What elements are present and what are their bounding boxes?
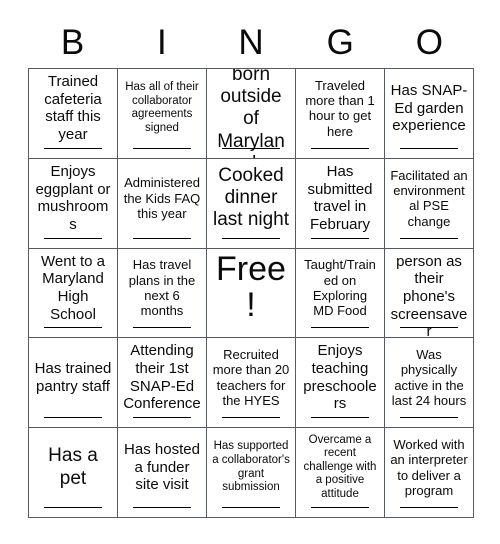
bingo-cell[interactable]: Enjoys teaching preschoolers bbox=[296, 338, 385, 429]
bingo-cell[interactable]: Has a pet bbox=[29, 428, 118, 518]
bingo-signature-line[interactable] bbox=[43, 237, 103, 239]
bingo-cell[interactable]: Worked with an interpreter to deliver a … bbox=[385, 428, 474, 518]
bingo-signature-line[interactable] bbox=[310, 507, 370, 508]
bingo-cell-text: Administered the Kids FAQ this year bbox=[123, 175, 201, 221]
bingo-header-letter-o: O bbox=[415, 22, 444, 62]
bingo-header: B I N G O bbox=[28, 18, 474, 66]
bingo-cell[interactable]: Traveled more than 1 hour to get here bbox=[296, 69, 385, 159]
bingo-signature-line[interactable] bbox=[399, 147, 459, 149]
bingo-cell-text: Traveled more than 1 hour to get here bbox=[305, 77, 375, 139]
bingo-cell-text: Enjoys teaching preschoolers bbox=[303, 342, 377, 413]
bingo-cell[interactable]: Was born outside of Maryland bbox=[207, 69, 296, 159]
bingo-cell-text: Attending their 1st SNAP-Ed Conference bbox=[123, 342, 201, 413]
bingo-signature-line[interactable] bbox=[221, 417, 281, 419]
bingo-header-letter-n: N bbox=[238, 22, 264, 62]
bingo-cell-text: Has a person as their phone's screensave… bbox=[390, 249, 468, 339]
bingo-cell-text: Went to a Maryland High School bbox=[41, 252, 105, 323]
bingo-cell[interactable]: Has hosted a funder site visit bbox=[118, 428, 207, 518]
bingo-signature-line[interactable] bbox=[399, 237, 459, 239]
bingo-cell-text: Has trained pantry staff bbox=[34, 360, 112, 395]
bingo-signature-line[interactable] bbox=[310, 147, 370, 149]
bingo-grid: Trained cafeteria staff this year Has all… bbox=[28, 68, 474, 518]
bingo-cell-text: Has a pet bbox=[48, 445, 98, 489]
bingo-card: B I N G O Trained cafeteria staff this y… bbox=[0, 0, 500, 544]
bingo-cell-text: Recruited more than 20 teachers for the … bbox=[212, 347, 290, 409]
bingo-cell[interactable]: Has trained pantry staff bbox=[29, 338, 118, 429]
bingo-signature-line[interactable] bbox=[43, 417, 103, 419]
bingo-signature-line[interactable] bbox=[399, 327, 459, 329]
bingo-cell-text: Taught/Trained on Exploring MD Food bbox=[304, 257, 376, 319]
bingo-cell-text: Has supported a collaborator's grant sub… bbox=[212, 440, 290, 494]
bingo-signature-line[interactable] bbox=[132, 417, 192, 419]
bingo-header-letter-i: I bbox=[156, 22, 167, 62]
bingo-cell-text: Cooked dinner last night bbox=[212, 164, 290, 231]
bingo-signature-line[interactable] bbox=[132, 147, 192, 149]
bingo-cell[interactable]: Has supported a collaborator's grant sub… bbox=[207, 428, 296, 518]
bingo-signature-line[interactable] bbox=[132, 327, 192, 329]
bingo-cell[interactable]: Has submitted travel in February bbox=[296, 158, 385, 249]
bingo-signature-line[interactable] bbox=[310, 417, 370, 419]
bingo-cell[interactable]: Has travel plans in the next 6 months bbox=[118, 248, 207, 339]
bingo-cell-text: Enjoys eggplant or mushrooms bbox=[35, 162, 111, 233]
bingo-cell-text: Was physically active in the last 24 hou… bbox=[391, 347, 467, 409]
bingo-signature-line[interactable] bbox=[132, 237, 192, 239]
bingo-signature-line[interactable] bbox=[221, 507, 281, 508]
bingo-free-space-label: Free! bbox=[216, 250, 286, 324]
bingo-cell[interactable]: Attending their 1st SNAP-Ed Conference bbox=[118, 338, 207, 429]
bingo-cell[interactable]: Has SNAP-Ed garden experience bbox=[385, 69, 474, 159]
bingo-signature-line[interactable] bbox=[43, 507, 103, 508]
bingo-signature-line[interactable] bbox=[43, 327, 103, 329]
bingo-signature-line[interactable] bbox=[43, 147, 103, 149]
bingo-cell-text: Has submitted travel in February bbox=[307, 162, 373, 233]
bingo-cell[interactable]: Overcame a recent challenge with a posit… bbox=[296, 428, 385, 518]
bingo-signature-line[interactable] bbox=[310, 327, 370, 329]
bingo-signature-line[interactable] bbox=[310, 237, 370, 239]
bingo-header-letter-g: G bbox=[326, 22, 354, 62]
bingo-cell-text: Has travel plans in the next 6 months bbox=[128, 257, 196, 319]
bingo-cell-text: Worked with an interpreter to deliver a … bbox=[390, 436, 468, 498]
bingo-signature-line[interactable] bbox=[221, 147, 281, 149]
bingo-cell-text: Was born outside of Maryland bbox=[217, 69, 285, 158]
bingo-cell[interactable]: Went to a Maryland High School bbox=[29, 248, 118, 339]
bingo-cell[interactable]: Taught/Trained on Exploring MD Food bbox=[296, 248, 385, 339]
bingo-cell[interactable]: Was physically active in the last 24 hou… bbox=[385, 338, 474, 429]
bingo-cell[interactable]: Administered the Kids FAQ this year bbox=[118, 158, 207, 249]
bingo-signature-line[interactable] bbox=[399, 417, 459, 419]
bingo-cell-text: Facilitated an environmental PSE change bbox=[390, 167, 468, 229]
bingo-cell[interactable]: Cooked dinner last night bbox=[207, 158, 296, 249]
bingo-cell[interactable]: Enjoys eggplant or mushrooms bbox=[29, 158, 118, 249]
bingo-signature-line[interactable] bbox=[221, 237, 281, 239]
bingo-cell-text: Trained cafeteria staff this year bbox=[44, 73, 102, 144]
bingo-signature-line[interactable] bbox=[132, 507, 192, 508]
bingo-cell[interactable]: Facilitated an environmental PSE change bbox=[385, 158, 474, 249]
bingo-free-space-cell[interactable]: Free! bbox=[207, 248, 296, 339]
bingo-header-letter-b: B bbox=[60, 22, 85, 62]
bingo-cell[interactable]: Trained cafeteria staff this year bbox=[29, 69, 118, 159]
bingo-cell-text: Has all of their collaborator agreements… bbox=[125, 81, 199, 134]
bingo-cell-text: Has SNAP-Ed garden experience bbox=[390, 81, 468, 135]
bingo-cell[interactable]: Recruited more than 20 teachers for the … bbox=[207, 338, 296, 429]
bingo-cell[interactable]: Has all of their collaborator agreements… bbox=[118, 69, 207, 159]
bingo-signature-line[interactable] bbox=[399, 507, 459, 508]
bingo-cell[interactable]: Has a person as their phone's screensave… bbox=[385, 248, 474, 339]
bingo-cell-text: Has hosted a funder site visit bbox=[124, 441, 200, 494]
bingo-cell-text: Overcame a recent challenge with a posit… bbox=[303, 433, 377, 500]
